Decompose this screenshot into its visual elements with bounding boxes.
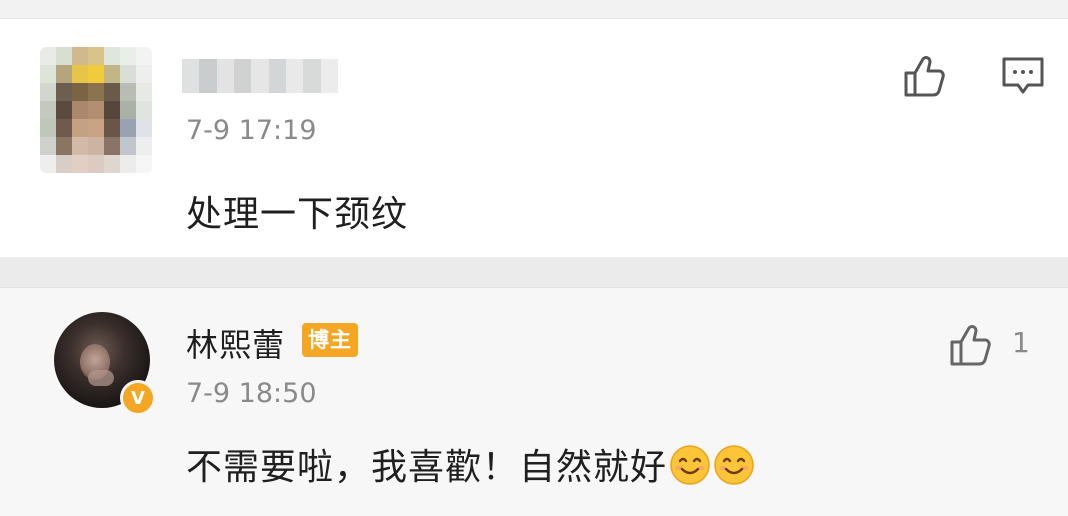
reply-text: 不需要啦，我喜歡！自然就好: [186, 447, 668, 488]
author-badge: 博主: [302, 323, 358, 357]
comment-timestamp: 7-9 17:19: [186, 115, 317, 146]
avatar[interactable]: [40, 47, 152, 173]
reply-text-row: 不需要啦，我喜歡！自然就好: [186, 438, 755, 495]
comment-icon: [1002, 57, 1044, 94]
reply-button[interactable]: [998, 51, 1048, 101]
comment-text: 处理一下颈纹: [186, 194, 409, 235]
comment-item: 7-9 17:19 处理一下颈纹: [0, 19, 1068, 257]
reply-username[interactable]: 林熙蕾: [186, 320, 285, 366]
smile-emoji: [669, 444, 711, 495]
thumbs-up-icon: [904, 56, 945, 97]
thumbs-up-icon: [950, 325, 991, 366]
section-divider: [0, 257, 1068, 288]
top-divider: [0, 0, 1068, 19]
like-button[interactable]: [898, 49, 952, 103]
like-button[interactable]: [944, 318, 998, 372]
like-count: 1: [1012, 326, 1030, 359]
verified-badge: V: [120, 380, 156, 416]
reply-timestamp: 7-9 18:50: [186, 378, 317, 409]
smile-emoji: [713, 444, 755, 495]
reply-item: V 林熙蕾 博主 7-9 18:50 不需要啦，我喜歡！自然就好 1: [0, 288, 1068, 516]
username-blurred[interactable]: [182, 59, 338, 93]
